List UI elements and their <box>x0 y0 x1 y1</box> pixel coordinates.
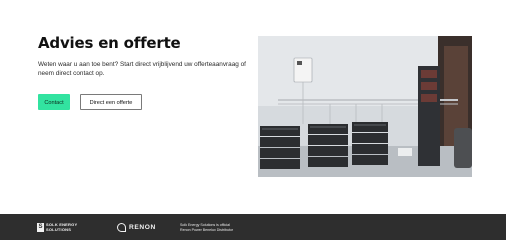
hero-actions: Contact Direct een offerte <box>38 94 248 110</box>
renon-logo[interactable]: RENON <box>117 222 156 233</box>
solk-logo-mark-icon: S <box>37 223 44 232</box>
site-footer: S SOLK ENERGY SOLUTIONS RENON Solk Energ… <box>0 214 506 240</box>
contact-button[interactable]: Contact <box>38 94 70 110</box>
hero-image <box>258 36 472 177</box>
hero-copy: Advies en offerte Weten waar u aan toe b… <box>38 34 248 110</box>
renon-logo-mark-icon <box>117 223 126 232</box>
hero-lead: Weten waar u aan toe bent? Start direct … <box>38 61 246 77</box>
solk-logo-text: SOLK ENERGY SOLUTIONS <box>46 222 78 232</box>
solk-logo[interactable]: S SOLK ENERGY SOLUTIONS <box>37 222 78 232</box>
hero-section: Advies en offerte Weten waar u aan toe b… <box>0 0 506 214</box>
quote-button[interactable]: Direct een offerte <box>80 94 142 110</box>
hero-title: Advies en offerte <box>38 34 181 52</box>
renon-logo-text: RENON <box>129 224 156 231</box>
footer-note: Solk Energy Solutions is official Renon … <box>180 223 234 232</box>
